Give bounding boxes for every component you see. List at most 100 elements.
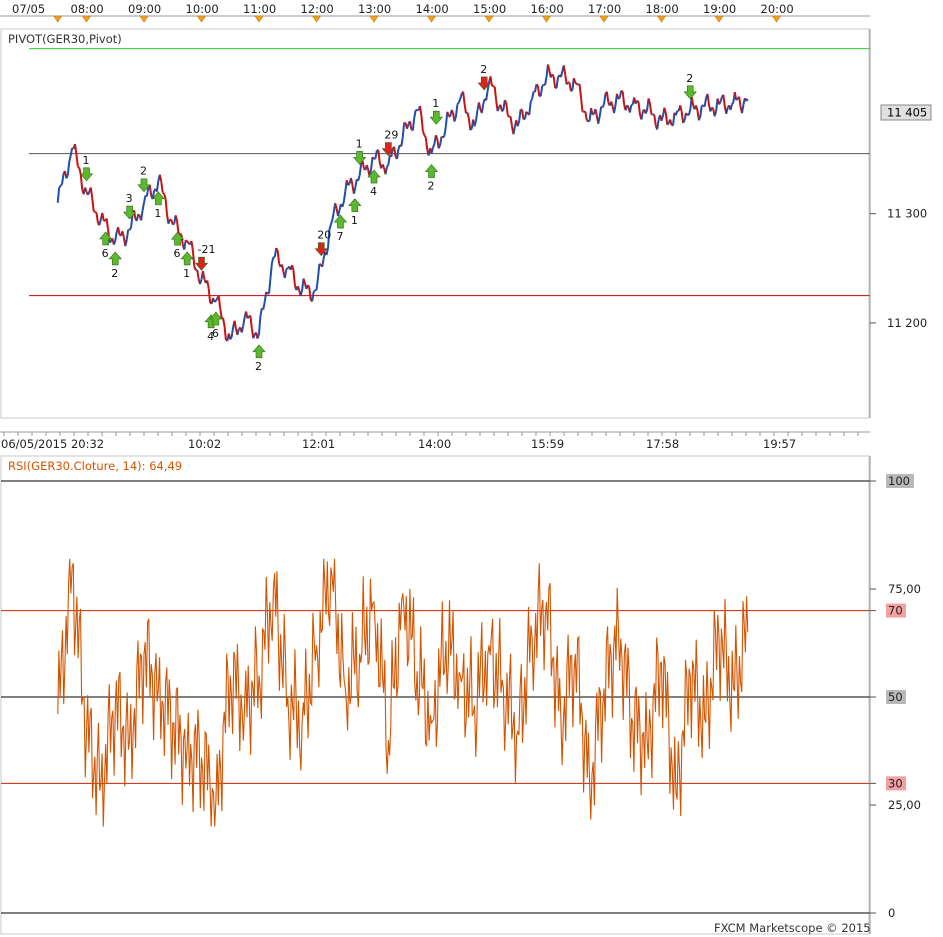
price-line-segment (454, 104, 459, 117)
price-line-segment (281, 264, 285, 273)
price-line-segment (423, 134, 427, 138)
price-line-segment (406, 123, 410, 129)
price-line-segment (312, 289, 316, 293)
price-line-segment (302, 278, 306, 285)
price-line-segment (419, 105, 423, 116)
price-line-segment (334, 203, 338, 210)
price-line-segment (699, 105, 703, 117)
price-line-segment (672, 112, 676, 126)
top-time-label: 17:00 (588, 2, 621, 16)
session-marker-icon (426, 15, 437, 23)
price-line-segment (620, 89, 624, 93)
signal-label: 1 (154, 207, 161, 220)
price-line-segment (206, 280, 210, 289)
price-line-segment (735, 97, 739, 101)
price-line-segment (680, 111, 685, 123)
copyright-text: FXCM Marketscope © 2015 (714, 921, 871, 935)
price-line-segment (84, 187, 88, 193)
price-line-segment (59, 183, 63, 187)
signal-label: 2 (428, 180, 435, 193)
price-line-segment (679, 105, 683, 112)
price-line-segment (75, 154, 79, 167)
price-tick-label: 11 300 (887, 207, 927, 221)
price-line-segment (725, 107, 729, 114)
price-line-segment (350, 177, 354, 186)
price-line-segment (408, 121, 413, 130)
price-line-segment (163, 193, 167, 199)
price-line-segment (649, 103, 653, 115)
rsi-tick-label: 50 (888, 690, 903, 704)
price-line-segment (354, 179, 358, 188)
price-line-segment (240, 325, 245, 333)
price-line-segment (456, 101, 460, 106)
signal-label: 1 (183, 267, 190, 280)
price-line-segment (544, 76, 548, 86)
price-line-segment (69, 147, 74, 156)
price-line-segment (613, 104, 617, 114)
price-line-segment (706, 93, 710, 105)
price-line-segment (285, 267, 289, 271)
signal-label: 6 (174, 247, 181, 260)
price-line-segment (509, 116, 513, 127)
top-time-label: 19:00 (703, 2, 736, 16)
price-line-segment (453, 116, 457, 122)
price-line-segment (568, 82, 572, 92)
signal-label: -21 (198, 243, 216, 256)
price-line-segment (539, 85, 544, 97)
last-price-label: 11 405 (887, 106, 927, 120)
price-line-segment (505, 102, 509, 115)
price-line-segment (745, 98, 749, 102)
price-line-segment (640, 111, 644, 120)
price-line-segment (311, 291, 315, 302)
price-line-segment (529, 98, 534, 103)
bottom-time-label: 12:01 (302, 437, 335, 451)
price-line-segment (523, 117, 526, 121)
price-line-segment (61, 173, 65, 185)
price-line-segment (242, 317, 246, 327)
signal-label: 2 (140, 165, 147, 178)
bottom-time-label: 10:02 (188, 437, 221, 451)
price-line-segment (217, 295, 222, 309)
session-marker-icon (369, 15, 379, 23)
price-line-segment (443, 126, 447, 136)
price-line-segment (512, 126, 516, 135)
price-line-segment (430, 147, 434, 154)
price-line-segment (68, 155, 72, 162)
price-line-segment (145, 187, 150, 197)
price-line-segment (637, 101, 641, 115)
price-line-segment (501, 109, 505, 112)
price-line-segment (473, 120, 478, 127)
price-line-segment (626, 104, 630, 108)
price-line-segment (112, 240, 117, 245)
price-line-segment (201, 270, 206, 280)
price-line-segment (342, 191, 347, 203)
price-line-segment (656, 119, 660, 130)
rsi-tick-label: 100 (888, 474, 910, 488)
price-line-segment (387, 155, 391, 165)
price-line-segment (457, 98, 462, 103)
signal-label: 6 (212, 327, 219, 340)
rsi-tick-label: 75,00 (888, 582, 921, 596)
price-line-segment (341, 201, 345, 208)
top-time-label: 18:00 (646, 2, 679, 16)
price-line-segment (603, 93, 607, 105)
price-line-segment (653, 114, 657, 126)
price-line-segment (722, 94, 726, 107)
price-line-segment (276, 250, 281, 264)
price-line-segment (492, 85, 496, 88)
price-line-segment (475, 109, 479, 121)
price-line-segment (467, 118, 472, 131)
rsi-panel: RSI(GER30.Cloture, 14): 64,49 100 75,00 70… (0, 455, 921, 935)
top-time-label: 09:00 (128, 2, 161, 16)
price-line-segment (186, 240, 190, 244)
price-line-segment (105, 218, 110, 230)
price-line-segment (315, 278, 319, 291)
price-line-segment (531, 91, 535, 100)
signal-label: 2 (111, 267, 118, 280)
price-line-segment (77, 165, 81, 169)
rsi-tick-label: 30 (888, 776, 903, 790)
price-line-segment (605, 91, 610, 103)
price-line-segment (477, 102, 482, 110)
signal-label: 3 (126, 192, 133, 205)
price-line-segment (434, 134, 439, 140)
